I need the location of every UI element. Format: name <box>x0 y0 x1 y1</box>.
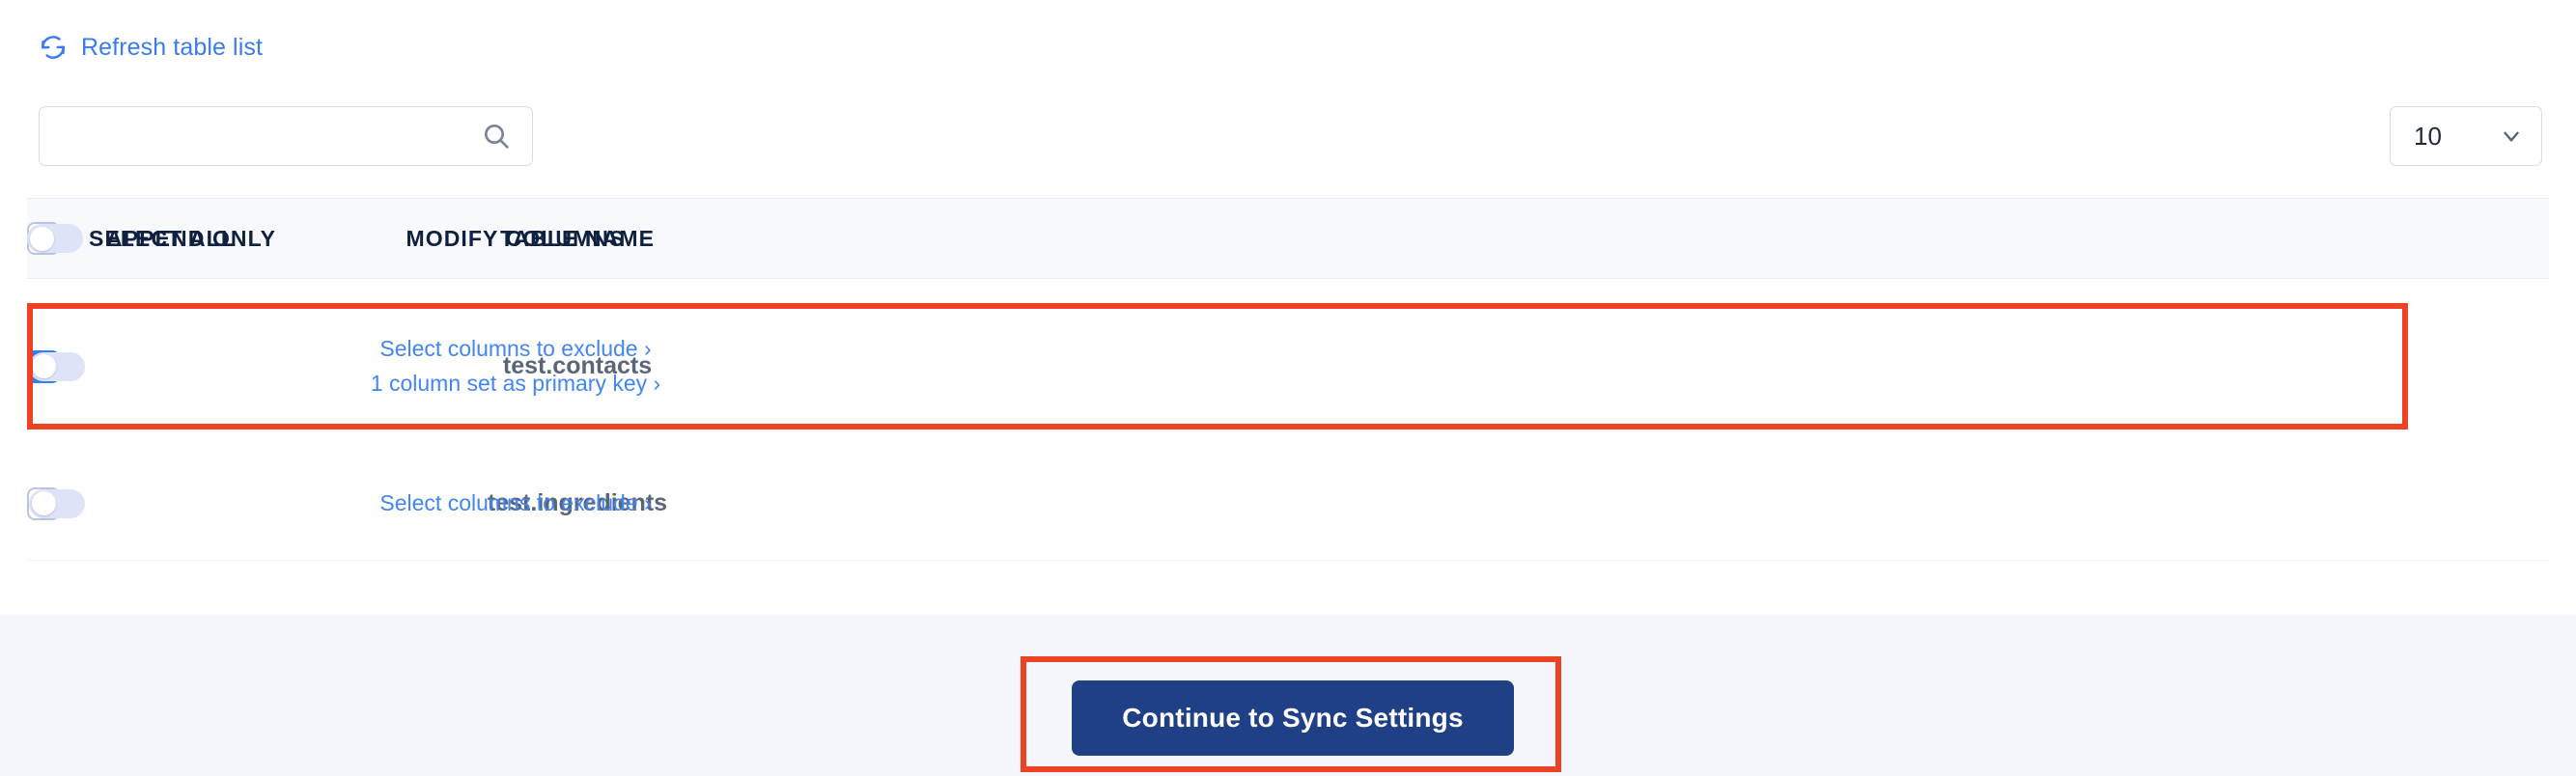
search-input[interactable] <box>39 106 533 166</box>
row-modify-columns-cell: Select columns to exclude › 1 column set… <box>27 303 1004 430</box>
select-columns-to-exclude-link[interactable]: Select columns to exclude › <box>379 490 651 516</box>
search-field <box>39 106 533 166</box>
select-columns-to-exclude-link[interactable]: Select columns to exclude › <box>379 336 651 362</box>
modify-columns-links: Select columns to exclude › 1 column set… <box>371 336 660 397</box>
header-modify-columns: MODIFY COLUMNS <box>406 225 626 251</box>
table-row: test.ingredients Select columns to exclu… <box>27 447 2549 561</box>
modify-columns-links: Select columns to exclude › <box>379 490 651 516</box>
primary-key-link[interactable]: 1 column set as primary key › <box>371 371 660 397</box>
table-selection-screen: Refresh table list 10 SELECT ALL TABLE N… <box>0 0 2576 776</box>
chevron-down-icon <box>2504 131 2519 142</box>
table-list-card: Refresh table list 10 SELECT ALL TABLE N… <box>0 0 2576 615</box>
refresh-icon <box>39 33 68 62</box>
table-row: test.contacts Select columns to exclude … <box>27 303 2549 430</box>
refresh-table-list-button[interactable]: Refresh table list <box>39 33 263 62</box>
page-size-select[interactable]: 10 <box>2390 106 2542 166</box>
page-size-value: 10 <box>2414 121 2442 151</box>
row-modify-columns-cell: Select columns to exclude › <box>27 447 1004 560</box>
refresh-table-list-label: Refresh table list <box>81 33 263 61</box>
continue-to-sync-settings-button[interactable]: Continue to Sync Settings <box>1072 680 1514 756</box>
modify-columns-header-cell: MODIFY COLUMNS <box>27 199 1004 278</box>
table-header-row: SELECT ALL TABLE NAME APPEND ONLY MODIFY… <box>27 198 2549 279</box>
